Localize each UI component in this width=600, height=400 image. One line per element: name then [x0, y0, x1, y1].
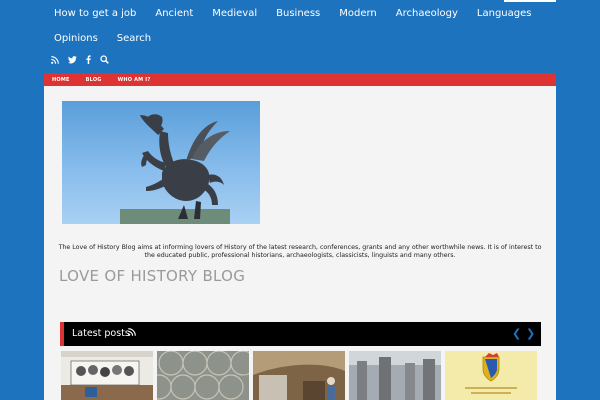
post-thumbnail-2[interactable] — [157, 351, 249, 400]
main-navigation: How to get a job Ancient Medieval Busine… — [44, 0, 556, 51]
pegasus-statue-image — [120, 114, 230, 224]
menu-who-am-i[interactable]: WHO AM I? — [110, 77, 159, 83]
nav-archaeology[interactable]: Archaeology — [386, 8, 467, 19]
hero-image[interactable] — [62, 101, 260, 224]
latest-posts-accent — [60, 322, 64, 346]
rss-icon[interactable] — [51, 55, 59, 68]
blog-title[interactable]: LOVE OF HISTORY BLOG — [59, 267, 245, 285]
twitter-icon[interactable] — [68, 55, 77, 68]
mural-drawing-image — [61, 351, 153, 400]
post-thumbnail-3[interactable] — [253, 351, 345, 400]
nav-opinions[interactable]: Opinions — [44, 33, 107, 44]
coat-of-arms-image — [445, 351, 537, 400]
stone-ruins-image — [349, 351, 441, 400]
facebook-icon[interactable] — [86, 55, 91, 68]
menu-blog[interactable]: BLOG — [78, 77, 110, 83]
nav-modern[interactable]: Modern — [329, 8, 386, 19]
nav-how-to-get-a-job[interactable]: How to get a job — [44, 8, 145, 19]
carousel-prev-icon[interactable]: ❮ — [512, 327, 521, 340]
nav-row-primary: How to get a job Ancient Medieval Busine… — [44, 1, 556, 26]
search-icon[interactable] — [100, 55, 109, 68]
post-thumbnail-1[interactable] — [61, 351, 153, 400]
nav-search[interactable]: Search — [107, 33, 160, 44]
blog-description: The Love of History Blog aims at informi… — [58, 244, 542, 259]
tiled-pattern-image — [157, 351, 249, 400]
nav-languages[interactable]: Languages — [467, 8, 541, 19]
latest-posts-thumbnails — [61, 351, 541, 400]
latest-posts-bar: Latest posts ❮ ❯ — [60, 322, 541, 346]
social-icons — [51, 55, 109, 68]
latest-posts-label: Latest posts — [72, 328, 130, 339]
nav-row-secondary: Opinions Search — [44, 26, 556, 51]
nav-business[interactable]: Business — [266, 8, 329, 19]
cave-interior-image — [253, 351, 345, 400]
latest-posts-rss-icon[interactable] — [128, 328, 136, 338]
main-content: The Love of History Blog aims at informi… — [44, 86, 556, 400]
nav-medieval[interactable]: Medieval — [202, 8, 266, 19]
secondary-menu: HOME BLOG WHO AM I? — [44, 73, 556, 86]
post-thumbnail-4[interactable] — [349, 351, 441, 400]
carousel-next-icon[interactable]: ❯ — [526, 327, 535, 340]
menu-home[interactable]: HOME — [44, 77, 78, 83]
nav-ancient[interactable]: Ancient — [145, 8, 202, 19]
post-thumbnail-5[interactable] — [445, 351, 537, 400]
